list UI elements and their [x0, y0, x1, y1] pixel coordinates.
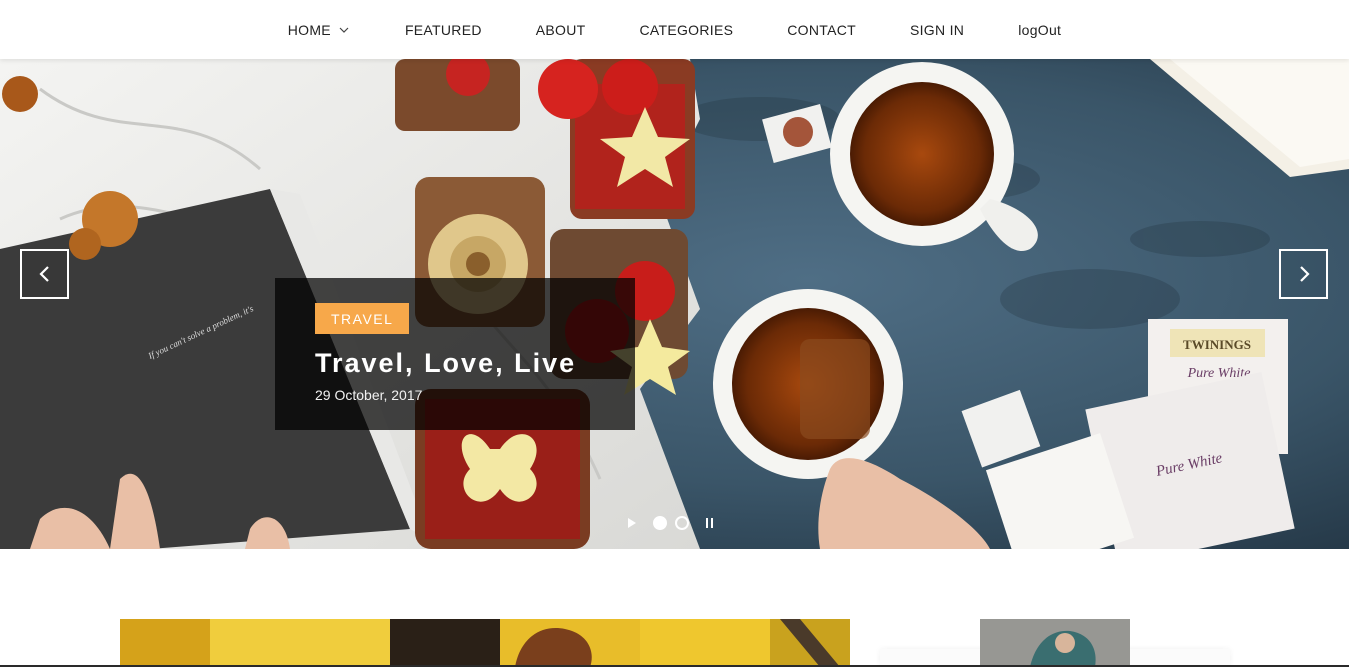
nav-item-label: CATEGORIES	[639, 21, 734, 38]
play-icon[interactable]	[627, 517, 637, 529]
hero-slider: If you can't solve a problem, it's TWINI…	[0, 59, 1349, 549]
chevron-right-icon	[1299, 266, 1310, 282]
nav-item-contact[interactable]: CONTACT	[787, 22, 856, 38]
nav-item-categories[interactable]: CATEGORIES	[639, 22, 733, 38]
slider-controls	[627, 515, 715, 531]
category-tag[interactable]: TRAVEL	[315, 303, 410, 334]
nav-item-featured[interactable]: FEATURED	[405, 22, 482, 38]
nav-item-about[interactable]: ABOUT	[536, 22, 586, 38]
pause-icon[interactable]	[705, 517, 715, 529]
hero-background-image: If you can't solve a problem, it's TWINI…	[0, 59, 1349, 549]
featured-post-image[interactable]	[120, 619, 850, 667]
slide-caption: TRAVEL Travel, Love, Live 29 October, 20…	[275, 278, 635, 430]
prev-slide-button[interactable]	[20, 249, 69, 299]
next-slide-button[interactable]	[1279, 249, 1328, 299]
slide-dot-1[interactable]	[653, 516, 667, 530]
nav-item-sign-in[interactable]: SIGN IN	[910, 22, 964, 38]
nav-menu: HOME FEATURED ABOUT CATEGORIES CONTACT S…	[261, 22, 1089, 38]
chevron-left-icon	[38, 266, 49, 282]
top-navigation: HOME FEATURED ABOUT CATEGORIES CONTACT S…	[0, 0, 1349, 59]
profile-avatar[interactable]	[980, 619, 1130, 667]
nav-item-label: logOut	[1018, 21, 1062, 38]
nav-item-label: SIGN IN	[909, 21, 965, 38]
svg-text:TWININGS: TWININGS	[1183, 337, 1251, 352]
nav-item-home[interactable]: HOME	[288, 22, 351, 38]
nav-item-label: HOME	[287, 21, 331, 38]
post-thumbnail-graphic	[120, 619, 850, 667]
slide-dot-2[interactable]	[675, 516, 689, 530]
nav-item-logout[interactable]: logOut	[1018, 22, 1061, 38]
avatar-image	[980, 619, 1130, 667]
nav-item-label: ABOUT	[535, 21, 586, 38]
nav-item-label: FEATURED	[404, 21, 482, 38]
slide-date: 29 October, 2017	[315, 387, 423, 403]
slide-title[interactable]: Travel, Love, Live	[315, 348, 576, 379]
chevron-down-icon	[339, 27, 349, 33]
nav-item-label: CONTACT	[787, 21, 856, 38]
